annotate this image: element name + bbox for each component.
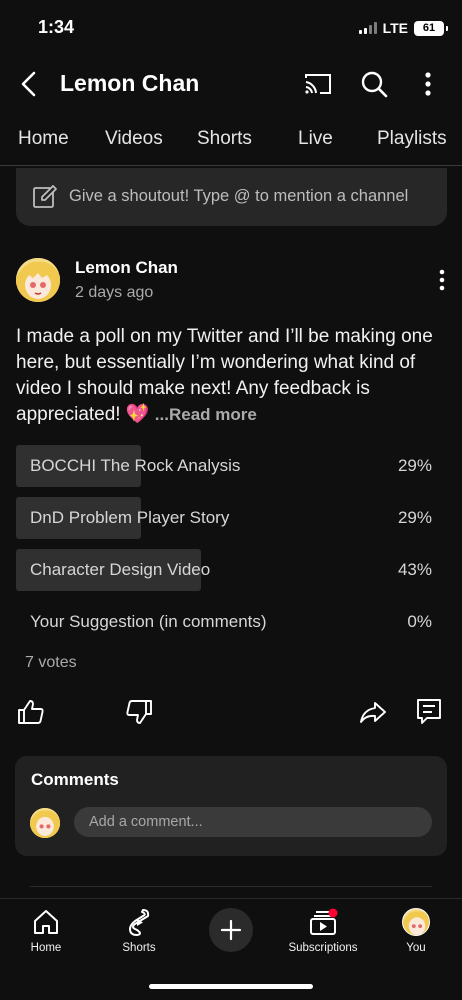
search-button[interactable] xyxy=(358,68,390,100)
add-comment-input[interactable] xyxy=(74,807,432,837)
poll-option-label: BOCCHI The Rock Analysis xyxy=(30,456,241,475)
share-button[interactable] xyxy=(358,697,388,727)
nav-shorts[interactable]: Shorts xyxy=(94,907,184,954)
more-vert-icon xyxy=(439,269,445,291)
avatar-image xyxy=(403,909,429,935)
nav-home-label: Home xyxy=(30,942,62,954)
back-button[interactable] xyxy=(14,68,46,100)
post-author-name[interactable]: Lemon Chan xyxy=(75,258,178,278)
nav-home[interactable]: Home xyxy=(1,907,91,954)
comments-section[interactable]: Comments xyxy=(15,756,447,856)
read-more-link[interactable]: ...Read more xyxy=(155,405,257,424)
subscriptions-icon xyxy=(310,908,338,935)
share-icon xyxy=(360,702,386,723)
channel-title: Lemon Chan xyxy=(60,70,200,96)
status-indicators: LTE 61 xyxy=(358,20,448,36)
poll-vote-count: 7 votes xyxy=(25,654,77,671)
comment-button[interactable] xyxy=(414,697,444,727)
thumbs-up-icon xyxy=(18,700,44,724)
nav-shorts-label: Shorts xyxy=(122,942,156,954)
poll-option-label: DnD Problem Player Story xyxy=(30,508,230,527)
post-menu-button[interactable] xyxy=(428,266,456,294)
home-indicator xyxy=(149,984,313,989)
poll-option[interactable]: BOCCHI The Rock Analysis 29% xyxy=(16,445,446,487)
tab-live[interactable]: Live xyxy=(298,128,333,150)
tab-home[interactable]: Home xyxy=(18,128,69,150)
post-body: I made a poll on my Twitter and I’ll be … xyxy=(16,324,446,428)
nav-you[interactable]: You xyxy=(371,907,461,954)
nav-you-label: You xyxy=(406,942,426,954)
poll-option-percent: 0% xyxy=(407,612,432,631)
shoutout-box[interactable]: Give a shoutout! Type @ to mention a cha… xyxy=(16,168,447,226)
nav-subscriptions-label: Subscriptions xyxy=(288,942,358,954)
shoutout-placeholder: Give a shoutout! Type @ to mention a cha… xyxy=(69,187,409,205)
search-icon xyxy=(361,71,388,98)
user-avatar xyxy=(30,808,60,838)
shorts-icon xyxy=(129,909,150,936)
status-time: 1:34 xyxy=(38,17,75,37)
dislike-button[interactable] xyxy=(124,697,154,727)
avatar-image xyxy=(30,808,60,838)
channel-tabs: Home Videos Shorts Live Playlists xyxy=(0,114,462,166)
thumbs-down-icon xyxy=(126,700,152,724)
post-timestamp: 2 days ago xyxy=(75,284,154,301)
tab-playlists[interactable]: Playlists xyxy=(377,128,447,150)
post-author-avatar[interactable] xyxy=(16,258,60,302)
poll-option-label: Character Design Video xyxy=(30,560,211,579)
you-avatar xyxy=(402,908,430,936)
back-arrow-icon xyxy=(21,71,36,97)
more-options-button[interactable] xyxy=(412,68,444,100)
edit-icon xyxy=(33,185,57,208)
poll-option[interactable]: Your Suggestion (in comments) 0% xyxy=(16,601,446,643)
avatar-image xyxy=(16,258,60,302)
status-bar: 1:34 LTE 61 xyxy=(0,0,462,56)
comment-icon xyxy=(417,699,441,724)
poll-option[interactable]: DnD Problem Player Story 29% xyxy=(16,497,446,539)
poll-option[interactable]: Character Design Video 43% xyxy=(16,549,446,591)
like-button[interactable] xyxy=(16,697,46,727)
poll-option-percent: 29% xyxy=(397,456,432,475)
cast-button[interactable] xyxy=(302,68,334,100)
poll-option-percent: 29% xyxy=(397,508,432,527)
divider xyxy=(30,886,432,887)
signal-icon xyxy=(358,22,377,34)
create-button[interactable] xyxy=(209,908,253,952)
battery-icon: 61 xyxy=(414,20,448,36)
tab-videos[interactable]: Videos xyxy=(105,128,163,150)
tab-shorts[interactable]: Shorts xyxy=(197,128,252,150)
app-header: Lemon Chan xyxy=(0,56,462,112)
comments-title: Comments xyxy=(31,770,119,789)
home-icon xyxy=(34,910,58,934)
plus-icon xyxy=(220,919,242,941)
poll-option-percent: 43% xyxy=(397,560,432,579)
network-type: LTE xyxy=(382,20,408,36)
more-vert-icon xyxy=(425,72,431,96)
nav-subscriptions[interactable]: Subscriptions xyxy=(278,907,368,954)
poll-option-label: Your Suggestion (in comments) xyxy=(30,612,267,631)
cast-icon xyxy=(305,74,331,94)
